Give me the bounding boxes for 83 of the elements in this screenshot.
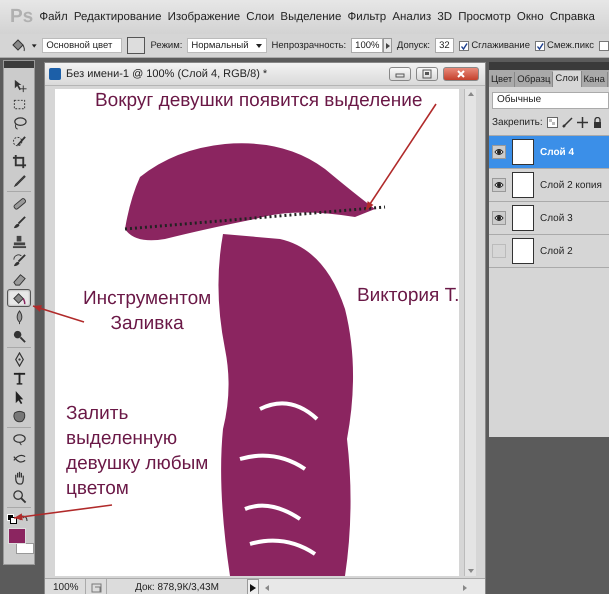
menu-item[interactable]: Справка bbox=[550, 11, 595, 23]
menu-item[interactable]: Выделение bbox=[280, 11, 342, 23]
visibility-toggle[interactable] bbox=[492, 178, 506, 192]
checkbox[interactable] bbox=[534, 40, 545, 50]
menu-item[interactable]: Редактирование bbox=[74, 11, 162, 23]
eye-icon bbox=[494, 213, 504, 223]
triangle-icon bbox=[384, 42, 391, 48]
layer-row[interactable]: Слой 2 bbox=[489, 235, 609, 268]
annotation-text: Залить выделенную девушку любым цветом bbox=[66, 402, 208, 501]
document-icon bbox=[49, 68, 61, 80]
visibility-toggle[interactable] bbox=[492, 145, 506, 159]
annotation-text: Инструментом Заливка bbox=[83, 287, 212, 336]
down-arrow-icon bbox=[468, 569, 474, 573]
checkbox-label: Сглаживание bbox=[471, 40, 530, 51]
restore-button[interactable] bbox=[416, 67, 438, 81]
brush-icon bbox=[562, 116, 573, 128]
checkbox[interactable] bbox=[459, 40, 470, 50]
menu-item[interactable]: Фильтр bbox=[348, 11, 386, 23]
restore-icon bbox=[422, 69, 432, 79]
checkbox[interactable] bbox=[599, 40, 609, 50]
tolerance-field[interactable]: 32 bbox=[435, 38, 454, 53]
foreground-color-swatch[interactable] bbox=[8, 528, 26, 544]
visibility-toggle[interactable] bbox=[492, 211, 506, 225]
lock-label: Закрепить: bbox=[492, 116, 543, 128]
background-color-swatch[interactable] bbox=[16, 543, 34, 554]
annotation-text: Виктория Т. bbox=[357, 284, 460, 308]
document-size: Док: 878,9К/3,43М bbox=[134, 582, 220, 593]
horizontal-scrollbar[interactable] bbox=[259, 579, 485, 594]
blend-mode-dropdown[interactable]: Обычные bbox=[492, 92, 609, 109]
annotation-text: Вокруг девушки появится выделение bbox=[95, 89, 422, 113]
mode-label: Режим: bbox=[150, 40, 182, 51]
layer-name: Слой 2 bbox=[540, 246, 573, 256]
zoom-level: 100% bbox=[52, 582, 80, 593]
visibility-toggle[interactable] bbox=[492, 244, 506, 258]
pattern-swatch[interactable] bbox=[127, 37, 146, 54]
minimize-button[interactable] bbox=[389, 67, 411, 81]
right-arrow-icon bbox=[463, 584, 467, 590]
bucket-tool-icon[interactable] bbox=[10, 38, 26, 54]
opacity-arrow-button[interactable] bbox=[383, 38, 392, 53]
lock-pixels-icon bbox=[546, 116, 558, 128]
menu-item[interactable]: Изображение bbox=[168, 11, 240, 23]
arrow bbox=[32, 305, 84, 323]
opacity-label: Непрозрачность: bbox=[272, 40, 346, 51]
play-icon bbox=[250, 584, 256, 592]
eye-icon bbox=[494, 180, 504, 190]
up-arrow-icon bbox=[468, 92, 474, 96]
eye-icon bbox=[494, 147, 504, 157]
tolerance-label: Допуск: bbox=[396, 40, 430, 51]
move-icon bbox=[576, 116, 588, 128]
menu-item[interactable]: Окно bbox=[516, 11, 544, 23]
caret-icon bbox=[31, 42, 38, 48]
layer-row[interactable]: Слой 3 bbox=[489, 202, 609, 235]
layer-thumbnail bbox=[512, 139, 534, 165]
document-title: Без имени-1 @ 100% (Слой 4, RGB/8) * bbox=[66, 68, 268, 80]
layer-thumbnail bbox=[512, 172, 534, 198]
panel-tab[interactable]: Слои bbox=[553, 71, 582, 87]
lock-icon bbox=[592, 116, 603, 128]
panel-tab[interactable]: Кана bbox=[582, 72, 608, 87]
vertical-scrollbar[interactable] bbox=[464, 89, 476, 576]
source-dropdown[interactable]: Основной цвет bbox=[42, 38, 122, 53]
menu-item[interactable]: Просмотр bbox=[458, 11, 511, 23]
layer-name: Слой 4 bbox=[540, 146, 574, 158]
checkbox-label: Смеж.пикс bbox=[546, 40, 594, 51]
left-arrow-icon bbox=[265, 584, 269, 590]
opacity-field[interactable]: 100% bbox=[351, 38, 384, 53]
layer-name: Слой 2 копия bbox=[540, 180, 602, 190]
menu-item[interactable]: 3D bbox=[437, 11, 452, 23]
panel-tab[interactable]: Цвет bbox=[489, 72, 516, 87]
layer-thumbnail bbox=[512, 238, 534, 264]
close-icon bbox=[456, 69, 466, 79]
close-button[interactable] bbox=[443, 67, 479, 81]
export-icon bbox=[90, 582, 102, 592]
layer-row[interactable]: Слой 2 копия bbox=[489, 169, 609, 202]
mode-dropdown[interactable]: Нормальный bbox=[187, 38, 267, 53]
layer-thumbnail bbox=[512, 205, 534, 231]
status-menu-button[interactable] bbox=[247, 579, 259, 594]
layer-name: Слой 3 bbox=[540, 212, 573, 224]
panel-header bbox=[4, 61, 34, 68]
caret-icon bbox=[254, 42, 263, 48]
menu-item[interactable]: Анализ bbox=[392, 11, 432, 23]
bucket-tool-icon[interactable] bbox=[7, 289, 31, 307]
menu-item[interactable]: Слои bbox=[246, 11, 274, 23]
menu-item[interactable]: Файл bbox=[39, 11, 68, 23]
